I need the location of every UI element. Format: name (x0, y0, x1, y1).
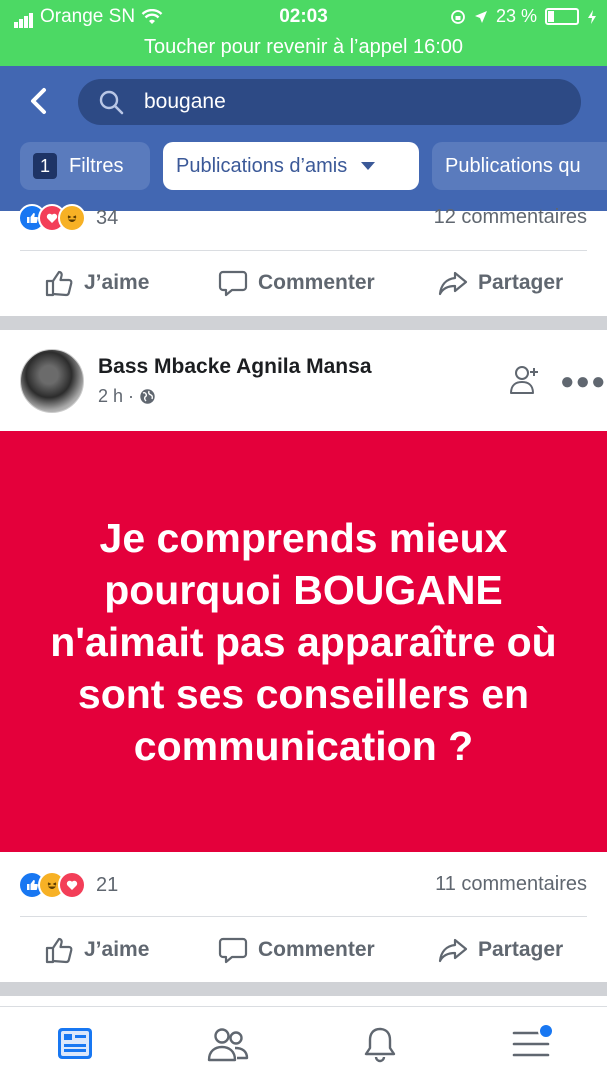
like-label: J’aime (84, 271, 150, 294)
battery-percent: 23 % (495, 6, 537, 26)
reaction-summary[interactable]: 34 (18, 203, 118, 233)
post-meta: 2 h · (98, 386, 156, 407)
charging-icon (588, 9, 596, 24)
comment-button[interactable]: Commenter (218, 268, 375, 298)
comment-icon (218, 937, 248, 964)
call-banner[interactable]: Toucher pour revenir à l’appel 16:00 (0, 36, 607, 59)
friends-posts-label: Publications d’amis (176, 154, 348, 177)
filter-count-badge: 1 (33, 153, 57, 179)
filters-label: Filtres (69, 154, 124, 177)
comment-label: Commenter (258, 938, 375, 961)
menu-notification-dot (538, 1023, 554, 1039)
love-reaction-icon (58, 871, 86, 899)
news-feed-icon[interactable] (56, 1025, 94, 1063)
filters-button[interactable]: 1 Filtres (20, 142, 150, 190)
reaction-count: 34 (96, 206, 119, 229)
reaction-count: 21 (96, 873, 119, 896)
share-button[interactable]: Partager (438, 268, 563, 298)
status-right: 23 % (450, 6, 597, 27)
divider (20, 916, 587, 917)
notifications-bell-icon[interactable] (362, 1025, 398, 1063)
back-icon[interactable] (24, 86, 54, 116)
comment-label: Commenter (258, 271, 375, 294)
friends-posts-dropdown[interactable]: Publications d’amis (163, 142, 419, 190)
meta-separator: · (128, 386, 135, 406)
post-image[interactable]: Je comprends mieux pourquoi BOUGANE n'ai… (0, 431, 607, 852)
post-time[interactable]: 2 h (98, 386, 123, 407)
post-separator (0, 316, 607, 330)
comments-count[interactable]: 12 commentaires (434, 206, 587, 229)
add-friend-icon[interactable] (508, 362, 542, 396)
author-name[interactable]: Bass Mbacke Agnila Mansa (98, 355, 372, 379)
location-icon (474, 10, 487, 23)
friends-icon[interactable] (206, 1025, 250, 1063)
share-icon (438, 938, 468, 963)
reaction-summary[interactable]: 21 (18, 870, 118, 900)
post-image-text: Je comprends mieux pourquoi BOUGANE n'ai… (50, 514, 557, 769)
publications-filter-label: Publications qu (445, 154, 581, 177)
search-query: bougane (144, 90, 226, 113)
share-label: Partager (478, 938, 564, 961)
battery-icon (545, 8, 579, 25)
post-separator (0, 982, 607, 996)
search-input[interactable]: bougane (78, 79, 581, 125)
orientation-lock-icon (451, 9, 465, 24)
thumbs-up-icon (45, 937, 73, 964)
post-actions: J’aime Commenter Partager (0, 255, 607, 311)
comments-count[interactable]: 11 commentaires (435, 873, 587, 896)
divider (20, 250, 587, 251)
haha-reaction-icon (58, 204, 86, 232)
comment-icon (218, 270, 248, 297)
author-avatar[interactable] (20, 349, 84, 413)
like-button[interactable]: J’aime (44, 935, 149, 965)
thumbs-up-icon (45, 270, 73, 297)
like-label: J’aime (84, 938, 150, 961)
comment-button[interactable]: Commenter (218, 935, 375, 965)
share-label: Partager (478, 271, 564, 294)
share-icon (438, 271, 468, 296)
like-button[interactable]: J’aime (44, 268, 149, 298)
search-icon (99, 90, 124, 115)
bottom-nav (0, 1006, 607, 1081)
publications-filter-chip[interactable]: Publications qu (432, 142, 607, 190)
post-actions: J’aime Commenter Partager (0, 922, 607, 978)
share-button[interactable]: Partager (438, 935, 563, 965)
globe-icon (140, 389, 155, 404)
status-bar[interactable]: Orange SN 02:03 23 % Toucher pour reveni… (0, 0, 607, 66)
chevron-down-icon (361, 162, 376, 170)
more-options-icon[interactable]: ●●● (560, 368, 607, 396)
